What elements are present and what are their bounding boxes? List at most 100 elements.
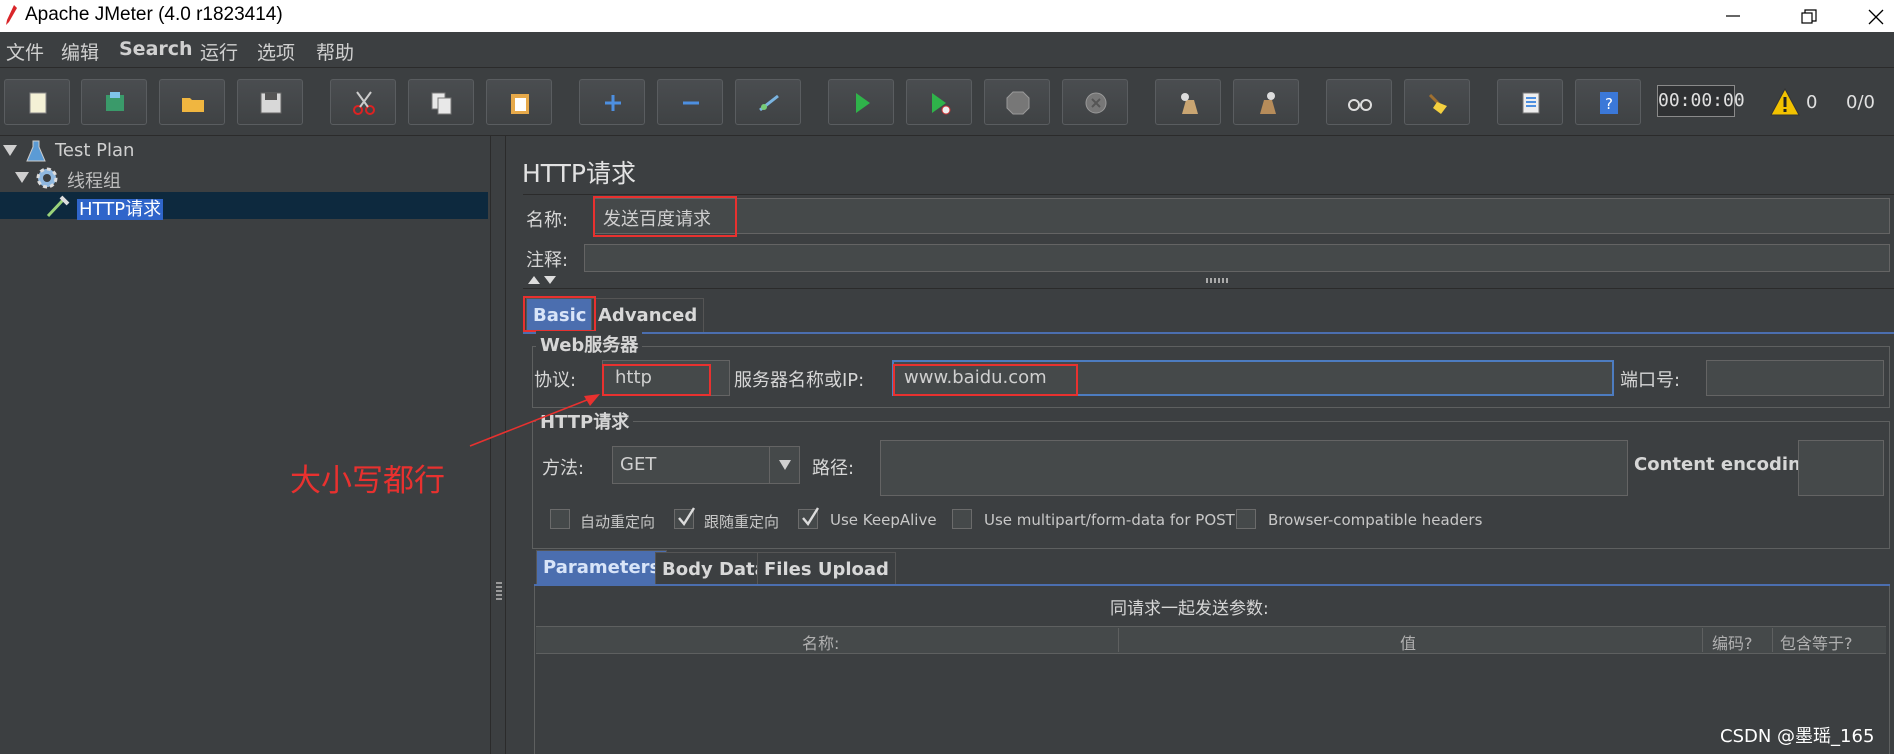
templates-button[interactable] (81, 79, 147, 125)
highlight-box-protocol (602, 364, 711, 396)
splitter-grip-icon[interactable] (496, 582, 502, 602)
collapse-arrows-icon[interactable] (526, 274, 562, 286)
divider (523, 288, 1894, 289)
clear-all-button[interactable] (1233, 79, 1299, 125)
watermark: CSDN @墨瑶_165 (1720, 726, 1875, 747)
keepalive-checkbox[interactable] (798, 507, 820, 529)
tree-item-label: Test Plan (55, 140, 135, 161)
menu-run[interactable]: 运行 (200, 38, 238, 65)
start-no-pauses-button[interactable] (906, 79, 972, 125)
tree-item-thread-group[interactable]: 线程组 (0, 165, 488, 192)
help-icon: ? (1600, 92, 1618, 114)
follow-redirect-checkbox[interactable] (674, 507, 696, 529)
restore-button[interactable] (1785, 0, 1831, 32)
column-value[interactable]: 值 (1400, 630, 1416, 654)
page-title: HTTP请求 (522, 159, 636, 188)
auto-redirect-checkbox[interactable] (550, 509, 570, 529)
tree-item-test-plan[interactable]: Test Plan (0, 138, 488, 164)
annotation-text: 大小写都行 (290, 463, 445, 499)
jmeter-feather-icon (6, 5, 17, 25)
paste-icon (511, 94, 529, 114)
expand-arrow-icon[interactable] (3, 145, 17, 156)
path-field[interactable] (880, 440, 1628, 496)
help-button[interactable]: ? (1575, 79, 1641, 125)
reset-search-button[interactable] (1404, 79, 1470, 125)
name-label: 名称: (526, 210, 569, 231)
collapse-icon (683, 101, 699, 105)
clear-button[interactable] (1155, 79, 1221, 125)
function-helper-button[interactable] (1497, 79, 1563, 125)
highlight-box-server (893, 364, 1078, 396)
templates-icon (106, 92, 124, 111)
elapsed-timer: 00:00:00 (1657, 85, 1745, 117)
name-field[interactable]: 发送百度请求 (594, 198, 1890, 234)
server-label: 服务器名称或IP: (734, 370, 865, 391)
shutdown-button[interactable] (1062, 79, 1128, 125)
method-label: 方法: (542, 458, 585, 479)
tree-item-http-request[interactable]: HTTP请求 (0, 193, 488, 220)
toggle-icon (759, 94, 779, 112)
menu-help[interactable]: 帮助 (316, 38, 354, 65)
save-button[interactable] (237, 79, 303, 125)
start-no-pauses-icon (932, 93, 951, 115)
expand-arrow-icon[interactable] (15, 172, 29, 183)
expand-all-button[interactable] (579, 79, 645, 125)
minimize-icon (1726, 15, 1740, 17)
tab-files-upload[interactable]: Files Upload (757, 552, 896, 584)
parameters-caption: 同请求一起发送参数: (1110, 599, 1269, 619)
tree-item-label: 线程组 (67, 171, 121, 192)
column-encode[interactable]: 编码? (1712, 630, 1753, 654)
start-button[interactable] (828, 79, 894, 125)
title-bar: Apache JMeter (4.0 r1823414) (0, 0, 1894, 32)
copy-button[interactable] (408, 79, 474, 125)
open-button[interactable] (159, 79, 225, 125)
auto-redirect-label: 自动重定向 (580, 513, 656, 531)
checkmark-icon (802, 507, 820, 527)
cut-button[interactable] (330, 79, 396, 125)
clear-all-icon (1260, 92, 1276, 114)
menu-file[interactable]: 文件 (6, 38, 44, 65)
restore-icon (1801, 9, 1817, 24)
menu-options[interactable]: 选项 (257, 38, 295, 65)
toggle-button[interactable] (735, 79, 801, 125)
browser-headers-checkbox[interactable] (1236, 509, 1256, 529)
column-name[interactable]: 名称: (802, 630, 839, 654)
reset-search-icon (1428, 93, 1447, 114)
tab-body-data[interactable]: Body Data (655, 552, 774, 584)
dropdown-button[interactable] (769, 447, 799, 483)
method-select[interactable]: GET (612, 446, 800, 484)
content-encoding-field[interactable] (1798, 440, 1884, 496)
minimize-button[interactable] (1710, 0, 1756, 32)
split-grip-icon[interactable] (1206, 278, 1228, 283)
start-icon (856, 93, 870, 113)
annotation-arrow-icon (469, 394, 600, 447)
column-include-equals[interactable]: 包含等于? (1780, 630, 1853, 654)
pipette-icon (46, 195, 70, 218)
comment-field[interactable] (584, 244, 1890, 272)
clear-icon (1181, 93, 1198, 114)
menu-search[interactable]: Search (119, 38, 193, 60)
search-button[interactable] (1326, 79, 1392, 125)
stop-icon (1006, 91, 1030, 115)
port-field[interactable] (1706, 360, 1884, 396)
function-helper-icon (1522, 92, 1540, 114)
highlight-box-name (593, 196, 737, 237)
keepalive-label: Use KeepAlive (830, 511, 937, 529)
tab-advanced[interactable]: Advanced (591, 298, 705, 332)
new-button[interactable] (4, 79, 70, 125)
checkmark-icon (678, 507, 696, 527)
close-button[interactable] (1852, 0, 1894, 32)
paste-button[interactable] (486, 79, 552, 125)
chevron-down-icon (779, 460, 791, 470)
menu-edit[interactable]: 编辑 (61, 38, 99, 65)
tree-item-label: HTTP请求 (77, 199, 164, 220)
cut-icon (353, 91, 375, 115)
shutdown-icon (1085, 92, 1107, 114)
browser-headers-label: Browser-compatible headers (1268, 511, 1483, 529)
port-label: 端口号: (1620, 370, 1681, 391)
multipart-checkbox[interactable] (952, 509, 972, 529)
gear-icon (36, 167, 58, 189)
stop-button[interactable] (984, 79, 1050, 125)
tab-parameters[interactable]: Parameters (536, 550, 668, 584)
collapse-all-button[interactable] (657, 79, 723, 125)
